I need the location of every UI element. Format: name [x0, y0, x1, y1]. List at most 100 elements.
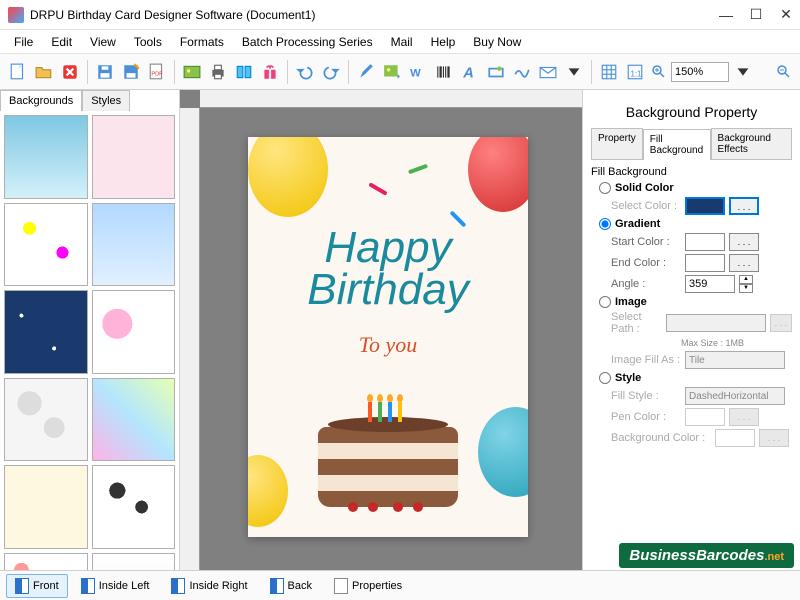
barcode-icon[interactable] [432, 60, 456, 84]
svg-text:A: A [462, 65, 474, 80]
svg-text:PDF: PDF [151, 71, 163, 77]
color-picker-button[interactable]: . . . [729, 197, 759, 215]
title-bar: DRPU Birthday Card Designer Software (Do… [0, 0, 800, 30]
undo-icon[interactable] [293, 60, 317, 84]
export-image-icon[interactable] [180, 60, 204, 84]
toolbar: PDF W A 1:1 [0, 54, 800, 90]
fit-icon[interactable]: 1:1 [623, 60, 647, 84]
angle-input[interactable] [685, 275, 735, 293]
label-select-color: Select Color : [611, 200, 681, 212]
cards-icon[interactable] [232, 60, 256, 84]
color-swatch[interactable] [685, 254, 725, 272]
text-icon[interactable]: A [458, 60, 482, 84]
ruler-horizontal [200, 90, 582, 108]
shape-icon[interactable] [484, 60, 508, 84]
menu-file[interactable]: File [6, 33, 41, 51]
zoom-dropdown-icon[interactable] [731, 60, 755, 84]
color-picker-button: . . . [729, 408, 759, 426]
page-properties[interactable]: Properties [325, 574, 411, 598]
bg-thumb[interactable] [92, 115, 176, 199]
color-picker-button: . . . [759, 429, 789, 447]
save-as-icon[interactable] [119, 60, 143, 84]
spinner-up[interactable]: ▲ [739, 275, 753, 284]
canvas-area[interactable]: HappyBirthday To you [180, 90, 582, 570]
color-swatch[interactable] [685, 233, 725, 251]
bg-thumb[interactable] [92, 553, 176, 571]
menu-formats[interactable]: Formats [172, 33, 232, 51]
radio-gradient[interactable] [599, 218, 611, 230]
bg-thumb[interactable] [92, 290, 176, 374]
window-title: DRPU Birthday Card Designer Software (Do… [30, 8, 720, 22]
menu-batch[interactable]: Batch Processing Series [234, 33, 381, 51]
save-icon[interactable] [93, 60, 117, 84]
menu-help[interactable]: Help [423, 33, 464, 51]
panel-title: Background Property [591, 96, 792, 128]
mail-icon[interactable] [536, 60, 560, 84]
svg-text:1:1: 1:1 [631, 69, 642, 78]
zoom-out-icon[interactable] [774, 62, 794, 82]
color-picker-button[interactable]: . . . [729, 254, 759, 272]
svg-text:W: W [410, 67, 421, 79]
tab-fill-background[interactable]: Fill Background [643, 129, 711, 160]
menu-tools[interactable]: Tools [126, 33, 170, 51]
label-image: Image [615, 296, 647, 308]
color-picker-button[interactable]: . . . [729, 233, 759, 251]
color-swatch[interactable] [685, 197, 725, 215]
bg-thumb[interactable] [4, 115, 88, 199]
bg-thumb[interactable] [4, 378, 88, 462]
tab-backgrounds[interactable]: Backgrounds [0, 90, 82, 111]
zoom-input[interactable] [671, 62, 729, 82]
balloon-icon [468, 137, 528, 212]
close-button[interactable]: ✕ [780, 9, 792, 21]
gift-icon[interactable] [258, 60, 282, 84]
open-icon[interactable] [32, 60, 56, 84]
radio-image[interactable] [599, 296, 611, 308]
page-inside-right[interactable]: Inside Right [162, 574, 256, 598]
bg-thumb[interactable] [4, 465, 88, 549]
dropdown-icon[interactable] [562, 60, 586, 84]
menu-buy[interactable]: Buy Now [465, 33, 529, 51]
label-select-path: Select Path : [611, 311, 662, 335]
print-icon[interactable] [206, 60, 230, 84]
label-end-color: End Color : [611, 257, 681, 269]
path-input [666, 314, 766, 332]
bg-thumb[interactable] [4, 290, 88, 374]
color-swatch [685, 408, 725, 426]
pen-icon[interactable] [354, 60, 378, 84]
radio-solid[interactable] [599, 182, 611, 194]
image-insert-icon[interactable] [380, 60, 404, 84]
bg-thumb[interactable] [92, 203, 176, 287]
page-back[interactable]: Back [261, 574, 321, 598]
minimize-button[interactable]: — [720, 9, 732, 21]
zoom-in-icon[interactable] [649, 62, 669, 82]
bg-thumb[interactable] [92, 378, 176, 462]
close-file-icon[interactable] [58, 60, 82, 84]
bg-thumb[interactable] [4, 203, 88, 287]
bg-thumb[interactable] [4, 553, 88, 571]
page-inside-left[interactable]: Inside Left [72, 574, 159, 598]
spinner-down[interactable]: ▼ [739, 284, 753, 293]
card-canvas[interactable]: HappyBirthday To you [248, 137, 528, 537]
confetti-icon [368, 182, 387, 195]
bg-thumb[interactable] [92, 465, 176, 549]
page-front[interactable]: Front [6, 574, 68, 598]
redo-icon[interactable] [319, 60, 343, 84]
wordart-icon[interactable]: W [406, 60, 430, 84]
grid-icon[interactable] [597, 60, 621, 84]
tab-styles[interactable]: Styles [82, 90, 130, 111]
menu-view[interactable]: View [82, 33, 124, 51]
menu-mail[interactable]: Mail [383, 33, 421, 51]
maximize-button[interactable]: ☐ [750, 9, 762, 21]
new-icon[interactable] [6, 60, 30, 84]
menu-edit[interactable]: Edit [43, 33, 80, 51]
tab-background-effects[interactable]: Background Effects [711, 128, 792, 159]
cake-icon [318, 387, 458, 507]
tab-property[interactable]: Property [591, 128, 643, 159]
signature-icon[interactable] [510, 60, 534, 84]
label-bg-color: Background Color : [611, 432, 711, 444]
page-icon [81, 578, 95, 594]
radio-style[interactable] [599, 372, 611, 384]
label-angle: Angle : [611, 278, 681, 290]
export-pdf-icon[interactable]: PDF [145, 60, 169, 84]
color-swatch [715, 429, 755, 447]
